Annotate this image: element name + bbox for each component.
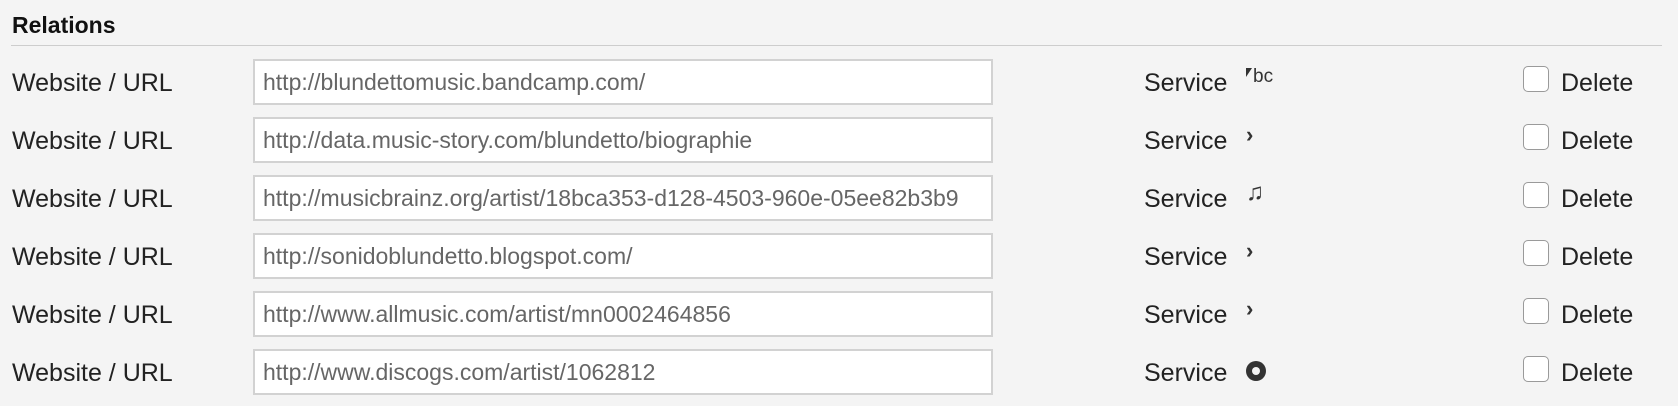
url-input[interactable] [253,291,993,337]
discogs-icon [1246,352,1276,382]
music-note-icon: ♫ [1246,179,1264,206]
delete-label[interactable]: Delete [1561,243,1633,272]
url-input[interactable] [253,233,993,279]
service-label: Service [1144,243,1228,271]
section-divider [11,45,1662,46]
service-label: Service [1144,69,1228,97]
url-input[interactable] [253,59,993,105]
bandcamp-icon: bc [1246,62,1276,92]
delete-checkbox[interactable] [1523,298,1549,324]
chevron-right-icon: › [1246,296,1254,321]
service-label: Service [1144,301,1228,329]
relation-type-label: Website / URL [12,127,173,155]
url-input[interactable] [253,349,993,395]
delete-checkbox[interactable] [1523,182,1549,208]
service-label: Service [1144,359,1228,387]
delete-label[interactable]: Delete [1561,185,1633,214]
section-title: Relations [12,12,116,38]
relations-list: Website / URL Service bc Delete Website … [0,58,1678,406]
url-input[interactable] [253,175,993,221]
relation-type-label: Website / URL [12,185,173,213]
bandcamp-icon-text: bc [1253,66,1274,87]
delete-checkbox[interactable] [1523,240,1549,266]
delete-label[interactable]: Delete [1561,127,1633,156]
chevron-right-icon: › [1246,122,1254,147]
delete-checkbox[interactable] [1523,124,1549,150]
relation-type-label: Website / URL [12,69,173,97]
delete-checkbox[interactable] [1523,66,1549,92]
url-input[interactable] [253,117,993,163]
relation-row: Website / URL Service › Delete [0,290,1678,348]
delete-label[interactable]: Delete [1561,69,1633,98]
service-label: Service [1144,185,1228,213]
relation-row: Website / URL Service › Delete [0,232,1678,290]
relation-type-label: Website / URL [12,301,173,329]
chevron-right-icon: › [1246,238,1254,263]
delete-label[interactable]: Delete [1561,359,1633,388]
relation-row: Website / URL Service › Delete [0,116,1678,174]
relation-row: Website / URL Service Delete [0,348,1678,406]
service-label: Service [1144,127,1228,155]
relations-panel: Relations Website / URL Service bc Delet… [0,0,1678,406]
delete-checkbox[interactable] [1523,356,1549,382]
delete-label[interactable]: Delete [1561,301,1633,330]
relation-row: Website / URL Service ♫ Delete [0,174,1678,232]
relation-type-label: Website / URL [12,243,173,271]
relation-row: Website / URL Service bc Delete [0,58,1678,116]
relation-type-label: Website / URL [12,359,173,387]
